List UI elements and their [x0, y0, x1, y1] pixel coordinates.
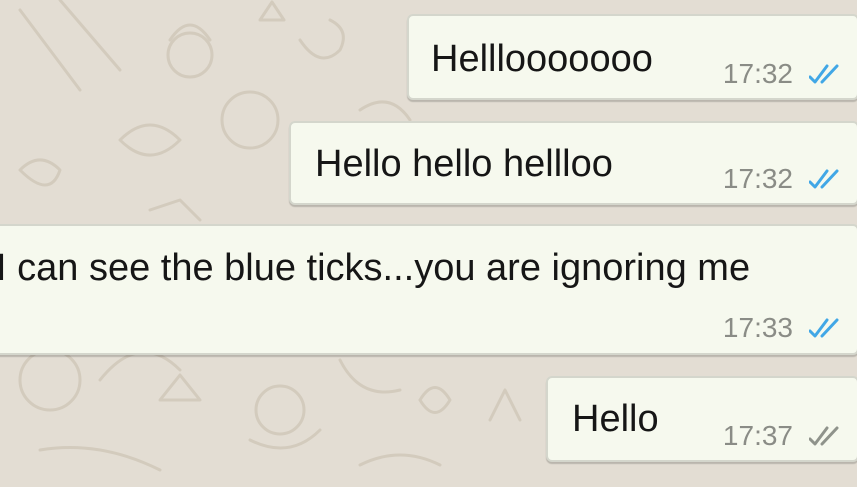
- message-text: Hello hello hellloo: [315, 143, 613, 185]
- double-check-icon: [809, 64, 839, 84]
- double-check-icon: [809, 318, 839, 338]
- double-check-icon: [809, 169, 839, 189]
- message-bubble[interactable]: I can see the blue ticks...you are ignor…: [0, 224, 857, 355]
- message-text: Hello: [572, 398, 659, 440]
- message-meta: 17:32: [723, 58, 851, 90]
- message-time: 17:32: [722, 58, 793, 89]
- message-bubble[interactable]: Hello 17:37: [546, 376, 857, 462]
- message-time: 17:32: [722, 163, 793, 194]
- message-bubble[interactable]: Hello hello hellloo 17:32: [289, 121, 857, 205]
- double-check-icon: [809, 426, 839, 446]
- message-meta: 17:37: [723, 420, 851, 452]
- message-text: I can see the blue ticks...you are ignor…: [0, 247, 751, 289]
- message-time: 17:37: [722, 420, 793, 451]
- message-meta: 17:33: [723, 312, 851, 344]
- message-time: 17:33: [722, 312, 793, 343]
- message-meta: 17:32: [723, 163, 851, 195]
- message-bubble[interactable]: Helllooooooo 17:32: [407, 14, 857, 100]
- message-text: Helllooooooo: [431, 38, 653, 80]
